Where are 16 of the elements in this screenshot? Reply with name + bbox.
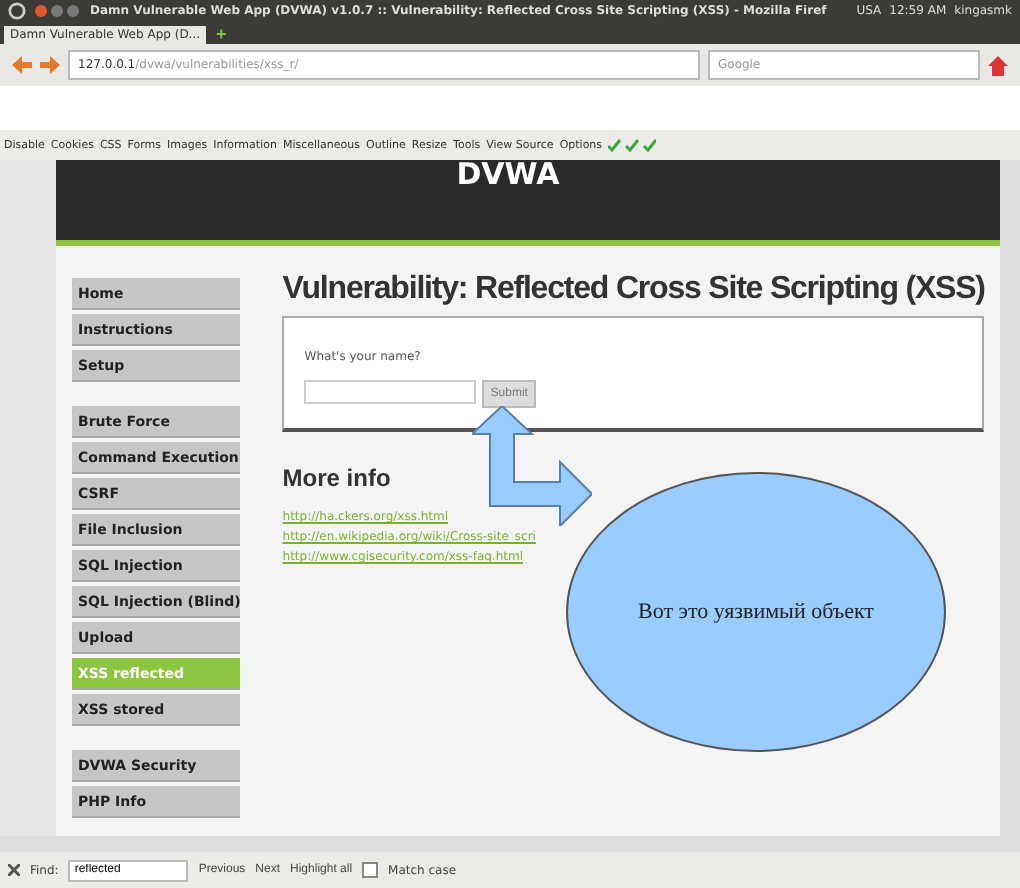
checkmarks-icon	[608, 138, 657, 152]
window-controls-icon[interactable]	[34, 4, 82, 18]
vertical-scrollbar[interactable]	[1000, 160, 1020, 836]
match-case-checkbox[interactable]	[362, 862, 379, 878]
dvwa-logo: DVWA	[456, 160, 560, 188]
more-info-heading: More info	[282, 464, 393, 492]
forward-icon[interactable]	[40, 56, 60, 74]
callout-text: Вот это уязвимый объект	[638, 600, 874, 624]
name-input[interactable]	[304, 380, 477, 404]
close-icon[interactable]	[8, 864, 20, 876]
page-heading: Vulnerability: Reflected Cross Site Scripting (XSS)	[282, 272, 985, 308]
back-icon[interactable]	[12, 56, 32, 74]
new-tab-button[interactable]: +	[212, 26, 231, 44]
home-icon[interactable]	[988, 55, 1008, 75]
arrow-icon	[472, 406, 592, 526]
ubuntu-icon[interactable]	[8, 2, 26, 20]
